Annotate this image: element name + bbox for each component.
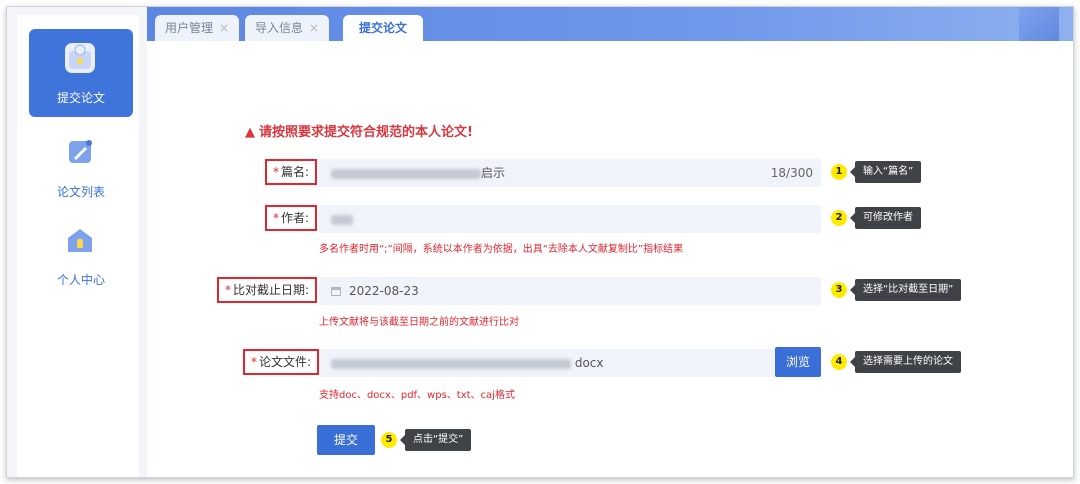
deadline-label-text: 比对截止日期: [233,283,310,297]
step-tooltip: 可修改作者 [850,207,921,229]
title-label-text: 篇名: [281,165,310,179]
step-number-badge: 3 [831,282,847,298]
author-label: * 作者: [265,205,318,231]
tab-import-info[interactable]: 导入信息 × [245,15,330,41]
title-input[interactable]: 启示 18/300 [319,159,821,187]
step-tooltip: 点击“提交” [399,429,472,451]
required-mark: * [251,355,257,369]
title-char-counter: 18/300 [770,166,813,180]
sidebar-item-paper-list[interactable]: 论文列表 [29,123,133,211]
close-icon[interactable]: × [219,21,229,35]
decorative-cube-icon [1019,7,1059,41]
submit-paper-form: ▲ 请按照要求提交符合规范的本人论文! * 篇名: 启示 18/300 * 作者: 多… [147,41,1073,477]
tab-label: 提交论文 [359,21,408,35]
step-tooltip: 选择需要上传的论文 [850,351,961,373]
step-tooltip: 输入“篇名” [849,161,922,183]
required-mark: * [273,165,279,179]
edit-document-icon [65,137,95,167]
tab-label: 导入信息 [255,21,304,35]
tab-label: 用户管理 [165,21,214,35]
deadline-hint: 上传文献将与该截至日期之前的文献进行比对 [319,317,519,328]
required-mark: * [273,211,279,225]
step-number-badge: 2 [831,210,847,226]
step-number-badge: 5 [381,432,397,448]
home-user-icon [65,225,95,255]
file-format-hint: 支持doc、docx、pdf、wps、txt、caj格式 [319,390,515,401]
sidebar-item-label: 论文列表 [56,185,105,199]
app-window: 提交论文 论文列表 个人中心 用户管理 × 导入信息 × 提交论文 ▲ 请按照要… [6,6,1074,478]
title-value-tail: 启示 [481,166,506,180]
warning-message: ▲ 请按照要求提交符合规范的本人论文! [245,121,473,140]
deadline-label: * 比对截止日期: [217,277,318,303]
close-icon[interactable]: × [309,21,319,35]
author-input[interactable] [319,205,821,233]
sidebar-item-personal-center[interactable]: 个人中心 [29,211,133,299]
title-label: * 篇名: [265,159,318,185]
file-label: * 论文文件: [243,349,320,375]
step-tooltip: 选择“比对截至日期” [849,279,962,301]
deadline-date-picker[interactable]: 2022-08-23 [319,277,821,305]
required-mark: * [225,283,231,297]
file-path-input[interactable]: docx [319,349,775,377]
sidebar: 提交论文 论文列表 个人中心 [17,15,139,477]
step-number-badge: 1 [831,164,847,180]
upload-cloud-icon [65,43,95,73]
tab-user-management[interactable]: 用户管理 × [155,15,240,41]
sidebar-item-label: 个人中心 [56,273,105,287]
calendar-icon [331,287,341,296]
tab-submit-paper[interactable]: 提交论文 [343,15,424,41]
file-label-text: 论文文件: [259,355,312,369]
redacted-text [331,358,571,369]
author-label-text: 作者: [281,211,310,225]
warning-icon: ▲ [245,125,255,140]
browse-button[interactable]: 浏览 [775,347,821,377]
redacted-text [331,168,481,179]
redacted-text [331,214,353,225]
warning-text: 请按照要求提交符合规范的本人论文! [259,125,473,140]
author-hint: 多名作者时用“;”间隔，系统以本作者为依据，出具“去除本人文献复制比”指标结果 [319,244,684,255]
sidebar-item-submit-paper[interactable]: 提交论文 [29,29,133,117]
deadline-value: 2022-08-23 [349,284,419,298]
tab-bar: 用户管理 × 导入信息 × 提交论文 [147,7,1073,41]
step-number-badge: 4 [831,354,847,370]
submit-button[interactable]: 提交 [317,425,375,455]
sidebar-item-label: 提交论文 [56,91,105,105]
file-value-tail: docx [574,356,604,370]
